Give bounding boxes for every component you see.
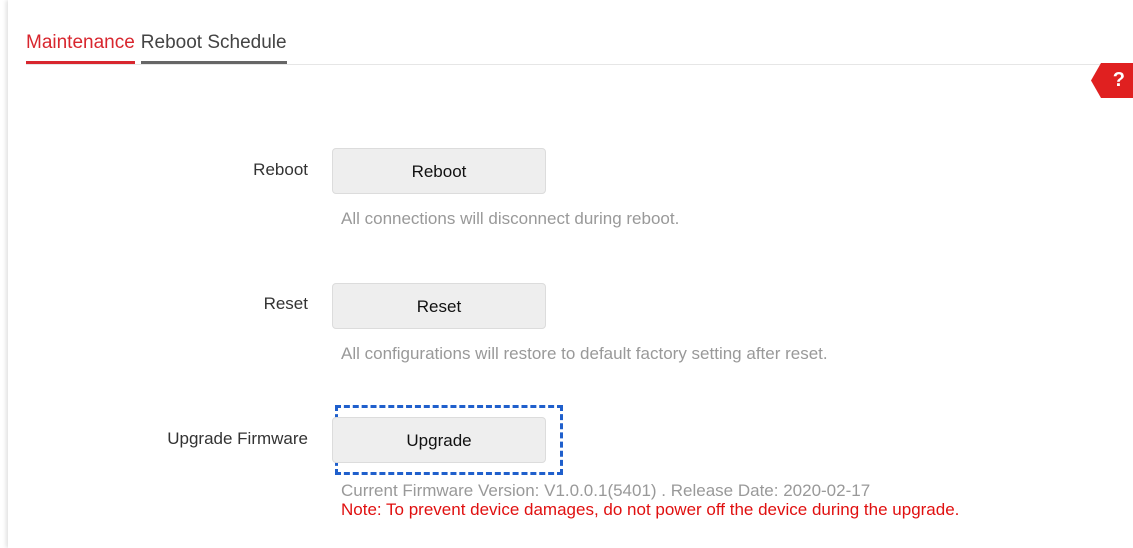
reboot-hint: All connections will disconnect during r…	[341, 209, 680, 228]
reset-label: Reset	[263, 294, 308, 313]
tab-maintenance[interactable]: Maintenance	[26, 30, 135, 64]
upgrade-warning-note: Note: To prevent device damages, do not …	[341, 500, 960, 519]
maintenance-panel: Maintenance Reboot Schedule ? Reboot Reb…	[8, 0, 1133, 548]
help-question-mark: ?	[1112, 69, 1125, 91]
reset-hint: All configurations will restore to defau…	[341, 344, 828, 363]
tabs-divider	[26, 64, 1133, 65]
reboot-button[interactable]: Reboot	[332, 148, 546, 194]
tab-bar: Maintenance Reboot Schedule	[26, 30, 287, 64]
upgrade-firmware-label: Upgrade Firmware	[167, 429, 308, 448]
reset-button[interactable]: Reset	[332, 283, 546, 329]
upgrade-button[interactable]: Upgrade	[332, 417, 546, 463]
tab-reboot-schedule[interactable]: Reboot Schedule	[140, 30, 287, 64]
reboot-label: Reboot	[253, 160, 308, 179]
help-button[interactable]: ?	[1091, 63, 1133, 98]
